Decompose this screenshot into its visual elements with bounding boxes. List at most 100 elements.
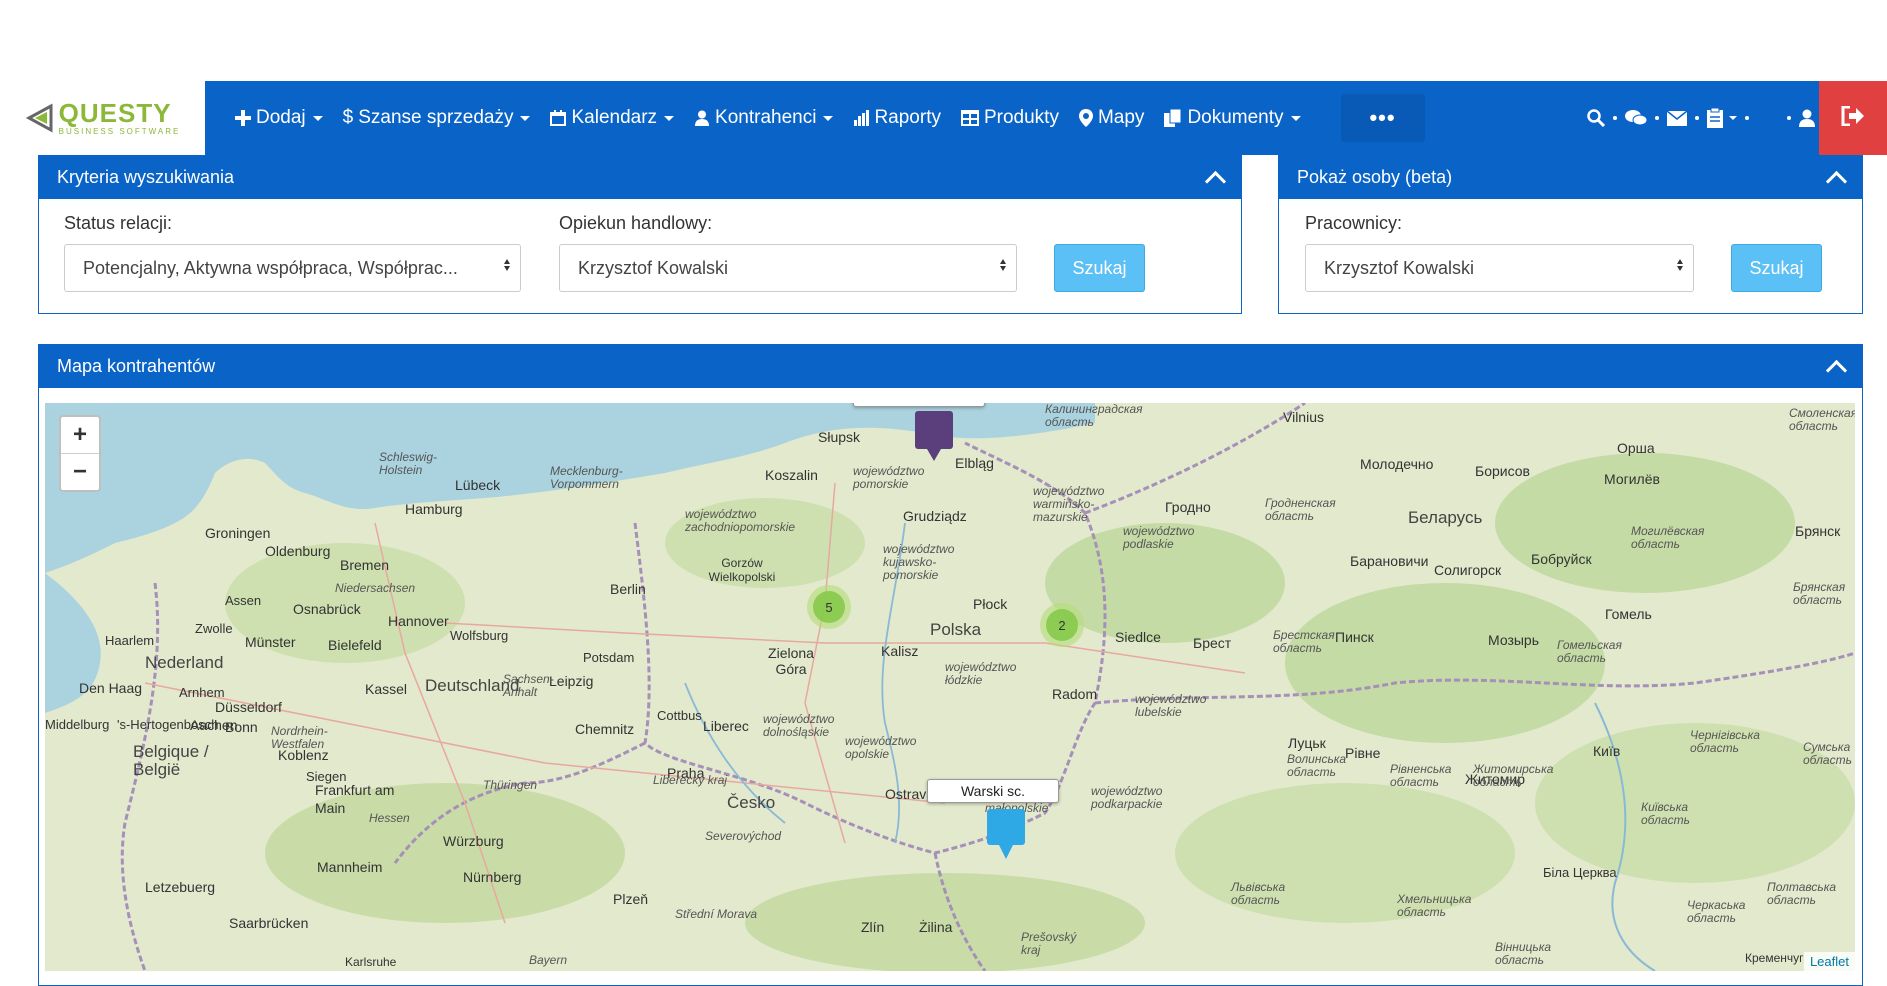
logout-button[interactable]	[1819, 81, 1887, 155]
map-attribution-link[interactable]: Leaflet	[1803, 952, 1855, 971]
owner-select-value: Krzysztof Kowalski	[578, 257, 729, 278]
map-cluster[interactable]: 2	[1040, 603, 1084, 647]
nav-item-kontrahenci[interactable]: Kontrahenci	[684, 81, 843, 155]
map-label-city: Орша	[1617, 440, 1655, 456]
map-label-city: 's-Hertogenbosch	[117, 717, 219, 732]
map-label-city: Bremen	[340, 557, 390, 573]
bar-chart-icon	[853, 110, 870, 126]
marker-tooltip-top	[853, 403, 985, 407]
map-marker-purple[interactable]	[915, 411, 953, 468]
questy-logo[interactable]: QUESTY BUSINESS SOFTWARE	[0, 81, 205, 155]
people-search-button[interactable]: Szukaj	[1731, 244, 1822, 292]
map-label-city: Mannheim	[317, 859, 383, 875]
chevron-up-icon[interactable]	[1204, 170, 1227, 193]
map-label-city: Біла Церква	[1543, 865, 1617, 880]
map-marker-icon	[1078, 109, 1093, 127]
map-label-region: Střední Morava	[675, 907, 758, 921]
map-label-region: Могилёвская область	[1631, 524, 1705, 551]
map-view[interactable]: + − Polska Deutschland Česko Беларусь Ne…	[45, 403, 1855, 971]
map-label-city: Berlin	[610, 581, 646, 597]
map-label-city: Grudziądz	[903, 508, 967, 524]
nav-item-produkty[interactable]: Produkty	[951, 81, 1069, 155]
map-label-city: Брянск	[1795, 523, 1841, 539]
zoom-in-button[interactable]: +	[61, 417, 99, 454]
employees-select[interactable]: Krzysztof Kowalski	[1305, 244, 1694, 292]
map-label-city: Кременчуг	[1745, 951, 1804, 965]
map-label-region: Гродненская область	[1265, 496, 1336, 523]
logo-sub-text: BUSINESS SOFTWARE	[58, 127, 181, 136]
criteria-search-button[interactable]: Szukaj	[1054, 244, 1145, 292]
map-label-region: Гомельская область	[1557, 638, 1622, 665]
map-label-region: Hessen	[369, 811, 410, 825]
map-label-city: Słupsk	[818, 429, 861, 445]
sign-out-icon	[1841, 105, 1865, 131]
chevron-up-icon[interactable]	[1825, 170, 1848, 193]
nav-item-label: Dodaj	[256, 107, 306, 128]
employees-label: Pracownicy:	[1305, 213, 1403, 233]
more-menu-button[interactable]: •••	[1340, 94, 1425, 142]
zoom-out-button[interactable]: −	[61, 454, 99, 490]
map-label-region: Житомирська область	[1473, 762, 1554, 789]
map-label-region: województwo kujawsko-pomorskie	[883, 542, 955, 582]
status-select[interactable]: Potencjalny, Aktywna współpraca, Współpr…	[64, 244, 521, 292]
map-label-region: Чернігівська область	[1690, 728, 1760, 755]
map-label-city: Siedlce	[1115, 629, 1161, 645]
map-label-city: Den Haag	[79, 680, 143, 696]
top-whitespace	[0, 0, 1887, 81]
map-label-city: Groningen	[205, 525, 271, 541]
map-label-city: Hannover	[388, 613, 449, 629]
chat-icon[interactable]	[1625, 109, 1647, 127]
map-label-city: Бобруйск	[1531, 551, 1592, 567]
nav-item-szanse-sprzedazy[interactable]: $ Szanse sprzedaży	[333, 81, 541, 155]
contractors-map-header[interactable]: Mapa kontrahentów	[39, 345, 1862, 388]
user-icon	[694, 110, 710, 126]
files-icon	[1164, 109, 1182, 127]
map-label-region: województwo podlaskie	[1123, 524, 1195, 551]
map-label-city: Plzeň	[613, 891, 649, 907]
map-label-city: Луцьк	[1288, 735, 1326, 751]
user-profile-icon[interactable]	[1799, 109, 1815, 127]
status-select-value: Potencjalny, Aktywna współpraca, Współpr…	[83, 257, 458, 278]
chevron-down-icon	[520, 115, 531, 121]
plus-icon	[235, 110, 251, 126]
map-label-region: Thüringen	[483, 778, 538, 792]
map-label-region: Prešovský kraj	[1021, 930, 1077, 957]
panel-title: Kryteria wyszukiwania	[57, 167, 235, 187]
show-people-header[interactable]: Pokaż osoby (beta)	[1279, 156, 1862, 199]
owner-select[interactable]: Krzysztof Kowalski	[559, 244, 1017, 292]
envelope-icon[interactable]	[1667, 110, 1687, 126]
search-icon[interactable]	[1587, 109, 1605, 127]
marker-tooltip: Warski sc.	[927, 779, 1059, 803]
map-cluster[interactable]: 5	[807, 585, 851, 629]
map-label-city: Брест	[1193, 635, 1232, 651]
map-label-region: Калининградская область	[1045, 403, 1143, 429]
nav-item-raporty[interactable]: Raporty	[843, 81, 951, 155]
polish-flag-icon[interactable]	[1757, 110, 1779, 126]
separator-dot	[1745, 116, 1749, 120]
logo-main-text: QUESTY	[58, 98, 172, 128]
nav-item-dokumenty[interactable]: Dokumenty	[1154, 81, 1310, 155]
calendar-icon	[550, 110, 567, 126]
map-label-city: Vilnius	[1283, 409, 1324, 425]
nav-item-label: Kontrahenci	[715, 107, 817, 128]
table-icon	[960, 110, 979, 126]
nav-item-kalendarz[interactable]: Kalendarz	[540, 81, 684, 155]
panel-title: Mapa kontrahentów	[57, 356, 216, 376]
map-label-region: Черкаська область	[1687, 898, 1746, 925]
map-label-region: województwo łódzkie	[945, 660, 1017, 687]
map-label-city: Elbląg	[955, 455, 994, 471]
nav-item-mapy[interactable]: Mapy	[1069, 81, 1154, 155]
map-label-city: Hamburg	[405, 501, 463, 517]
nav-item-dodaj[interactable]: Dodaj	[225, 81, 333, 155]
search-criteria-header[interactable]: Kryteria wyszukiwania	[39, 156, 1241, 199]
select-arrows-icon	[504, 259, 510, 271]
cluster-count: 2	[1046, 609, 1078, 641]
map-label-country: Česko	[727, 793, 776, 812]
clipboard-icon[interactable]	[1707, 108, 1737, 128]
chevron-down-icon	[823, 115, 834, 121]
map-label-city: Żilina	[919, 919, 953, 935]
map-marker-blue[interactable]	[987, 809, 1025, 866]
map-label-city: Wolfsburg	[450, 628, 509, 643]
cluster-count: 5	[813, 591, 845, 623]
chevron-up-icon[interactable]	[1825, 359, 1848, 382]
